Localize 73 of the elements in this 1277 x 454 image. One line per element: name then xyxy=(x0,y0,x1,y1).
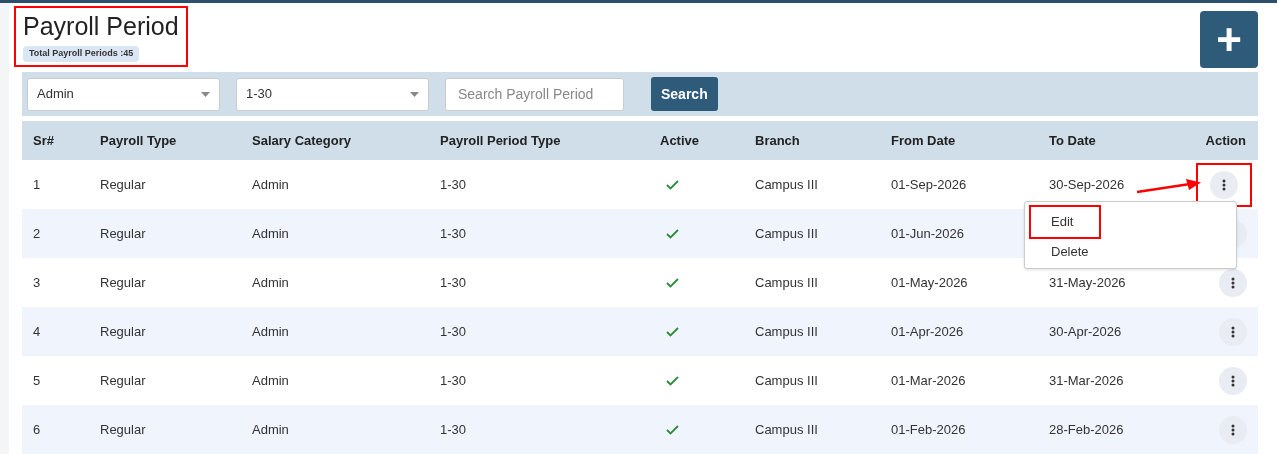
table-cell-text: Admin xyxy=(252,175,290,194)
table-cell-text: Regular xyxy=(100,371,147,390)
table-cell-text: 01-Feb-2026 xyxy=(891,420,967,439)
more-options-button[interactable] xyxy=(1219,317,1247,346)
table-cell-text: 31-May-2026 xyxy=(1049,273,1127,292)
column-header: Payroll Type xyxy=(100,131,178,150)
menu-item[interactable]: Edit xyxy=(1029,205,1102,239)
table-cell-text: Campus III xyxy=(755,175,819,194)
table-cell-text: 1-30 xyxy=(440,273,468,292)
select-value: 1-30 xyxy=(246,85,273,104)
table-cell-text: Regular xyxy=(100,420,147,439)
table-cell-text: Admin xyxy=(252,322,290,341)
column-header: Payroll Period Type xyxy=(440,131,562,150)
table-cell-text: Regular xyxy=(100,273,147,292)
column-header: Sr# xyxy=(33,131,55,150)
select-value: Admin xyxy=(37,85,74,104)
table-cell-text: Regular xyxy=(100,175,147,194)
vertical-dots-icon xyxy=(1231,276,1235,289)
add-button[interactable]: + xyxy=(1200,11,1258,68)
page-title: Payroll Period xyxy=(23,11,179,41)
table-cell-text: 3 xyxy=(33,273,42,292)
table-cell-text: Campus III xyxy=(755,224,819,243)
table-cell-text: 1-30 xyxy=(440,371,468,390)
category-select[interactable]: Admin xyxy=(27,77,220,111)
column-header: Active xyxy=(660,131,701,150)
more-options-button[interactable] xyxy=(1219,366,1247,395)
table-cell-text: 1-30 xyxy=(440,175,468,194)
table-cell-text: 30-Apr-2026 xyxy=(1049,322,1123,341)
menu-item[interactable]: Delete xyxy=(1029,239,1117,265)
table-cell-text: 01-Mar-2026 xyxy=(891,371,967,390)
search-button[interactable]: Search xyxy=(651,77,718,111)
search-field[interactable]: Search Payroll Period xyxy=(445,77,624,111)
table-cell-text: 1-30 xyxy=(440,420,468,439)
table-cell-text: Campus III xyxy=(755,322,819,341)
more-options-button[interactable] xyxy=(1210,170,1238,199)
period-select[interactable]: 1-30 xyxy=(236,77,429,111)
more-options-button[interactable] xyxy=(1219,268,1247,297)
table-cell-text: Admin xyxy=(252,371,290,390)
table-cell-text: 6 xyxy=(33,420,42,439)
table-cell-text: 1-30 xyxy=(440,322,468,341)
column-header: Action xyxy=(1205,131,1246,150)
column-header: Salary Category xyxy=(252,131,352,150)
table-cell-text: 4 xyxy=(33,322,42,341)
caret-icon xyxy=(410,91,419,97)
table-cell-text: Campus III xyxy=(755,273,819,292)
vertical-dots-icon xyxy=(1231,325,1235,338)
table-cell-text: Admin xyxy=(252,420,290,439)
more-options-button[interactable] xyxy=(1219,415,1247,444)
table-cell-text: Admin xyxy=(252,273,290,292)
total-count-badge: Total Payroll Periods :45 xyxy=(23,46,140,62)
table-cell-text: 5 xyxy=(33,371,42,390)
vertical-dots-icon xyxy=(1222,178,1226,191)
vertical-dots-icon xyxy=(1231,423,1235,436)
table-cell-text: Regular xyxy=(100,322,147,341)
table-cell-text: 01-Apr-2026 xyxy=(891,322,965,341)
table-cell-text: 31-Mar-2026 xyxy=(1049,371,1125,390)
table-cell-text: Campus III xyxy=(755,371,819,390)
table-cell-text: 1 xyxy=(33,175,42,194)
table-cell-text: Campus III xyxy=(755,420,819,439)
column-header: From Date xyxy=(891,131,957,150)
table-cell-text: 2 xyxy=(33,224,42,243)
table-cell-text: 1-30 xyxy=(440,224,468,243)
column-header: To Date xyxy=(1049,131,1097,150)
caret-icon xyxy=(201,91,210,97)
table-cell-text: 01-May-2026 xyxy=(891,273,969,292)
table-cell-text: Regular xyxy=(100,224,147,243)
vertical-dots-icon xyxy=(1231,374,1235,387)
table-cell-text: 30-Sep-2026 xyxy=(1049,175,1126,194)
table-cell-text: 01-Sep-2026 xyxy=(891,175,968,194)
column-header: Branch xyxy=(755,131,801,150)
table-cell-text: 28-Feb-2026 xyxy=(1049,420,1125,439)
table-cell-text: 01-Jun-2026 xyxy=(891,224,965,243)
table-cell-text: Admin xyxy=(252,224,290,243)
